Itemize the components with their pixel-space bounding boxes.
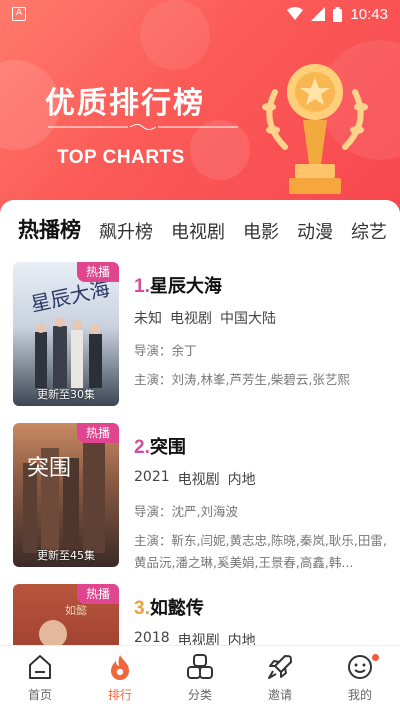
page-subtitle: TOP CHARTS — [57, 147, 185, 168]
nav-label: 首页 — [27, 688, 52, 702]
show-title[interactable]: 1. 星辰大海 — [134, 272, 389, 298]
director-line: 导演：余丁 — [134, 343, 197, 358]
hot-badge: 热播 — [77, 262, 119, 282]
update-status: 更新至30集 — [37, 388, 95, 401]
nav-category[interactable]: 分类 — [160, 646, 240, 711]
poster-image[interactable]: 突围 热播 更新至45集 — [13, 423, 119, 567]
flame-icon — [111, 655, 129, 680]
nav-invite[interactable]: 邀请 — [240, 646, 320, 711]
rank-number: 3. — [134, 598, 150, 619]
show-meta: 2018 电视剧 内地 — [134, 630, 389, 645]
nav-ranking[interactable]: 排行 — [80, 646, 160, 711]
show-meta: 未知 电视剧 中国大陆 — [134, 308, 389, 328]
tab-movie[interactable]: 电影 — [243, 218, 279, 244]
meta-genre: 电视剧 — [177, 472, 220, 488]
nav-label: 我的 — [347, 688, 372, 702]
chart-list-panel: 热播榜 飙升榜 电视剧 电影 动漫 综艺 星辰大海 热播 更新至30集 1. 星… — [0, 200, 400, 645]
tab-anime[interactable]: 动漫 — [297, 218, 333, 244]
list-item[interactable]: 突围 热播 更新至45集 2. 突围 2021 电视剧 内地 导演：沈严,刘海波… — [13, 423, 393, 573]
hero-banner: A 10:43 优质排行榜 TOP CHARTS — [0, 0, 400, 215]
update-status: 更新至45集 — [37, 549, 95, 562]
status-bar: A 10:43 — [0, 0, 400, 28]
title-text: 星辰大海 — [149, 276, 222, 297]
clock: 10:43 — [350, 5, 388, 23]
app-notification-icon: A — [12, 7, 26, 21]
cast-line: 主演：刘涛,林峯,芦芳生,柴碧云,张艺熙 — [134, 372, 350, 387]
nav-label: 邀请 — [267, 688, 292, 702]
svg-text:如懿: 如懿 — [65, 603, 87, 617]
notification-dot — [372, 654, 379, 661]
title-text: 突围 — [149, 437, 186, 458]
svg-text:星辰大海: 星辰大海 — [29, 276, 112, 316]
rank-number: 2. — [134, 437, 150, 458]
poster-image[interactable]: 星辰大海 热播 更新至30集 — [13, 262, 119, 406]
meta-region: 中国大陆 — [220, 311, 276, 327]
meta-year: 2021 — [134, 469, 170, 485]
page-title: 优质排行榜 — [45, 86, 205, 121]
tab-variety[interactable]: 综艺 — [351, 218, 387, 244]
show-meta: 2021 电视剧 内地 — [134, 469, 389, 489]
bottom-nav: 首页 排行 分类 邀请 我的 — [0, 645, 400, 711]
poster-image[interactable]: 如懿 热播 — [13, 584, 119, 645]
cast-line: 主演：靳东,闫妮,黄志忠,陈晓,秦岚,耿乐,田雷,黄品沅,潘之琳,奚美娟,王景春… — [134, 533, 387, 570]
tab-rising[interactable]: 飙升榜 — [99, 218, 153, 244]
nav-label: 分类 — [187, 688, 212, 702]
category-tabs: 热播榜 飙升榜 电视剧 电影 动漫 综艺 — [18, 214, 387, 244]
battery-icon — [333, 6, 343, 22]
meta-genre: 电视剧 — [170, 311, 212, 327]
svg-text:突围: 突围 — [27, 456, 71, 481]
ornament-divider — [48, 124, 238, 130]
tab-tv-series[interactable]: 电视剧 — [171, 218, 225, 244]
meta-genre: 电视剧 — [177, 633, 220, 645]
nav-label: 排行 — [107, 688, 132, 702]
meta-region: 内地 — [227, 472, 256, 488]
title-text: 如懿传 — [149, 598, 204, 619]
meta-region: 内地 — [227, 633, 256, 645]
hot-badge: 热播 — [77, 423, 119, 443]
meta-year: 未知 — [134, 311, 162, 327]
show-title[interactable]: 3. 如懿传 — [134, 594, 389, 620]
trophy-icon — [262, 64, 368, 194]
hot-badge: 热播 — [77, 584, 119, 604]
wifi-icon — [287, 7, 304, 20]
profile-icon — [348, 655, 372, 679]
nav-home[interactable]: 首页 — [0, 646, 80, 711]
director-line: 导演：沈严,刘海波 — [134, 504, 238, 519]
signal-icon — [311, 7, 326, 21]
list-item[interactable]: 如懿 热播 3. 如懿传 2018 电视剧 内地 — [13, 584, 393, 645]
list-item[interactable]: 星辰大海 热播 更新至30集 1. 星辰大海 未知 电视剧 中国大陆 导演：余丁… — [13, 262, 393, 412]
meta-year: 2018 — [134, 630, 170, 645]
category-icon — [187, 654, 213, 679]
show-title[interactable]: 2. 突围 — [134, 433, 389, 459]
rocket-icon — [268, 655, 292, 679]
nav-profile[interactable]: 我的 — [320, 646, 400, 711]
home-icon — [29, 655, 51, 679]
rank-number: 1. — [134, 276, 150, 297]
tab-hot[interactable]: 热播榜 — [18, 214, 81, 244]
